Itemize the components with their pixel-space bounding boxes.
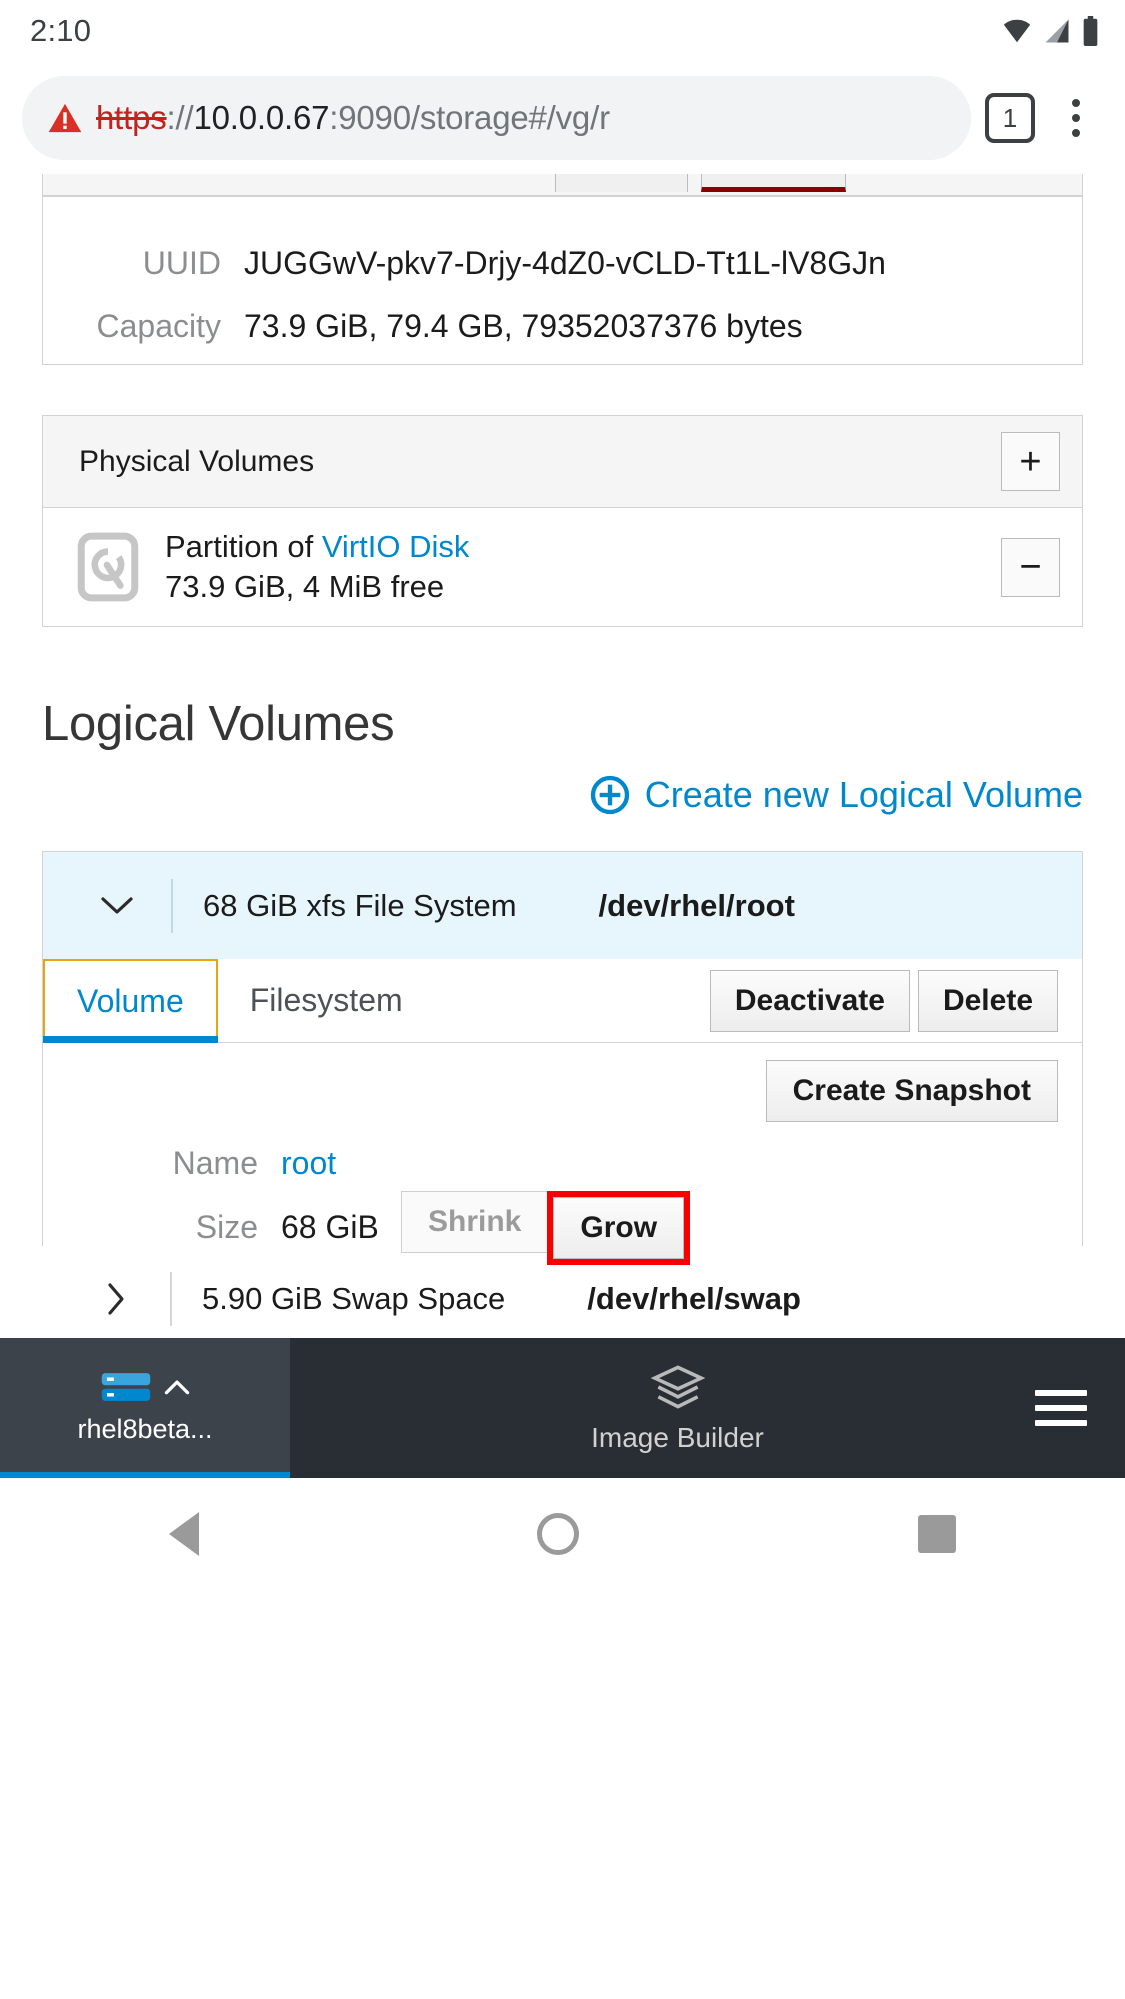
logical-volume-body: Create Snapshot Name root Size 68 GiB Sh… [43, 1043, 1082, 1246]
address-bar[interactable]: https://10.0.0.67:9090/storage#/vg/r [22, 76, 971, 160]
kebab-menu-icon[interactable] [1049, 91, 1103, 145]
image-builder-tab[interactable]: Image Builder [230, 1338, 1125, 1478]
android-navigation-bar [0, 1478, 1125, 1589]
logical-volume-actions: Deactivate Delete [710, 959, 1082, 1042]
logical-volume-collapsed-row[interactable]: 5.90 GiB Swap Space /dev/rhel/swap [42, 1260, 1083, 1338]
status-icon-group [1002, 16, 1099, 46]
logical-volumes-heading: Logical Volumes [42, 696, 394, 752]
logical-volume-header[interactable]: 68 GiB xfs File System /dev/rhel/root [43, 852, 1082, 959]
tab-volume[interactable]: Volume [43, 959, 218, 1042]
physical-volumes-header: Physical Volumes + [43, 416, 1082, 508]
add-physical-volume-button[interactable]: + [1001, 432, 1060, 491]
resize-button-group: Shrink Grow [401, 1191, 690, 1265]
pv-prefix: Partition of [165, 529, 322, 564]
host-icon-row [100, 1366, 190, 1408]
url-port: :9090 [329, 99, 411, 136]
server-icon [100, 1366, 152, 1408]
create-logical-volume-label: Create new Logical Volume [645, 774, 1083, 816]
collapsed-divider [170, 1272, 172, 1326]
insecure-warning-icon[interactable] [48, 101, 82, 135]
previous-card-sliver [42, 174, 1083, 196]
browser-toolbar: https://10.0.0.67:9090/storage#/vg/r 1 [0, 62, 1125, 174]
vg-uuid-value: JUGGwV-pkv7-Drjy-4dZ0-vCLD-Tt1L-lV8GJn [221, 247, 886, 279]
vg-capacity-label: Capacity [43, 310, 221, 342]
tab-switcher-button[interactable]: 1 [985, 93, 1035, 143]
status-clock: 2:10 [30, 13, 91, 49]
collapsed-device: /dev/rhel/swap [587, 1281, 801, 1317]
url-path: /storage#/vg/ [411, 99, 599, 136]
physical-volumes-title: Physical Volumes [79, 445, 314, 479]
chevron-down-icon[interactable] [95, 884, 139, 928]
vg-uuid-label: UUID [43, 247, 221, 279]
logical-volume-name-value: root [258, 1145, 336, 1182]
url-trail: r [599, 99, 610, 136]
url-text: https://10.0.0.67:9090/storage#/vg/r [96, 99, 610, 137]
physical-volume-text: Partition of VirtIO Disk 73.9 GiB, 4 MiB… [165, 527, 975, 606]
logical-volume-card: 68 GiB xfs File System /dev/rhel/root Vo… [42, 851, 1083, 1246]
shrink-button[interactable]: Shrink [401, 1191, 548, 1253]
grow-button[interactable]: Grow [553, 1197, 684, 1259]
physical-volume-row[interactable]: Partition of VirtIO Disk 73.9 GiB, 4 MiB… [43, 508, 1082, 626]
home-circle-icon[interactable] [537, 1513, 579, 1555]
url-scheme: https [96, 99, 167, 136]
back-triangle-icon[interactable] [169, 1512, 199, 1556]
logical-volume-size-label: Size [43, 1209, 258, 1246]
wifi-icon [1002, 18, 1032, 44]
host-label: rhel8beta... [77, 1414, 212, 1445]
cockpit-bottom-nav: rhel8beta... Image Builder [0, 1338, 1125, 1478]
deactivate-button[interactable]: Deactivate [710, 970, 910, 1032]
vg-capacity-row: Capacity 73.9 GiB, 79.4 GB, 79352037376 … [43, 310, 1082, 342]
recents-square-icon[interactable] [918, 1515, 956, 1553]
page-viewport: UUID JUGGwV-pkv7-Drjy-4dZ0-vCLD-Tt1L-lV8… [0, 174, 1125, 1338]
logical-volume-name-row: Name root [43, 1145, 1082, 1182]
grow-button-highlight: Grow [547, 1191, 690, 1265]
caret-up-icon [164, 1378, 190, 1396]
url-host: 10.0.0.67 [193, 99, 329, 136]
logical-volume-name-label: Name [43, 1145, 258, 1182]
vg-uuid-row: UUID JUGGwV-pkv7-Drjy-4dZ0-vCLD-Tt1L-lV8… [43, 247, 1082, 279]
volume-group-details-card: UUID JUGGwV-pkv7-Drjy-4dZ0-vCLD-Tt1L-lV8… [42, 196, 1083, 365]
remove-physical-volume-button[interactable]: − [1001, 538, 1060, 597]
plus-circle-icon [590, 775, 630, 815]
logical-volume-size-value: 68 GiB [258, 1209, 379, 1246]
logical-volume-summary: 68 GiB xfs File System [203, 888, 517, 924]
logical-volume-tabs: Volume Filesystem Deactivate Delete [43, 959, 1082, 1043]
vg-capacity-value: 73.9 GiB, 79.4 GB, 79352037376 bytes [221, 310, 803, 342]
header-divider [171, 879, 173, 933]
collapsed-summary: 5.90 GiB Swap Space [202, 1281, 505, 1317]
offscreen-button-2[interactable] [701, 174, 846, 192]
hard-disk-icon [77, 532, 139, 602]
logical-volume-name-link[interactable]: root [281, 1145, 336, 1181]
delete-button[interactable]: Delete [918, 970, 1058, 1032]
pv-disk-link[interactable]: VirtIO Disk [322, 529, 470, 564]
tab-filesystem[interactable]: Filesystem [218, 959, 435, 1042]
image-builder-label: Image Builder [591, 1422, 764, 1454]
layers-icon [651, 1362, 705, 1412]
create-logical-volume-link[interactable]: Create new Logical Volume [590, 774, 1083, 816]
create-snapshot-button[interactable]: Create Snapshot [766, 1060, 1058, 1122]
url-separator: :// [167, 99, 194, 136]
physical-volume-title: Partition of VirtIO Disk [165, 527, 975, 567]
offscreen-button-1[interactable] [555, 174, 688, 192]
hamburger-menu-icon[interactable] [1035, 1390, 1087, 1426]
physical-volume-detail: 73.9 GiB, 4 MiB free [165, 567, 975, 607]
host-switcher-tab[interactable]: rhel8beta... [0, 1338, 290, 1478]
physical-volumes-card: Physical Volumes + Partition of VirtIO D… [42, 415, 1083, 627]
battery-icon [1082, 16, 1099, 46]
cell-signal-icon [1043, 18, 1071, 44]
android-status-bar: 2:10 [0, 0, 1125, 62]
chevron-right-icon[interactable] [94, 1277, 138, 1321]
logical-volume-device: /dev/rhel/root [599, 888, 795, 924]
